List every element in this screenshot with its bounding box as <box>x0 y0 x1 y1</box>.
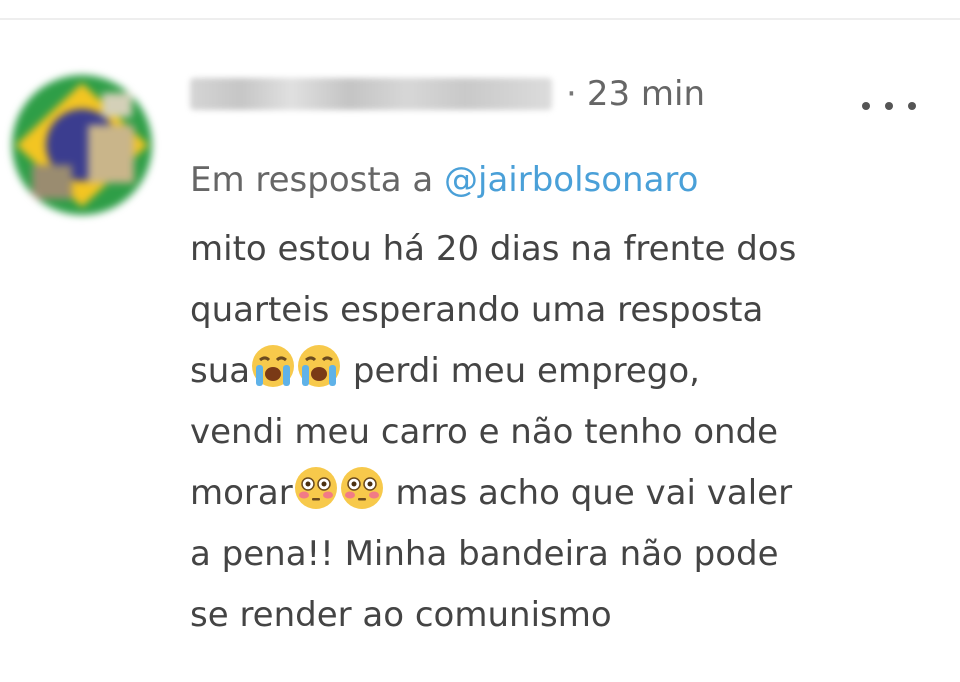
avatar-flag-image <box>12 75 152 215</box>
timestamp[interactable]: 23 min <box>587 74 705 114</box>
tweet-line: a pena!! Minha bandeira não pode <box>190 534 779 574</box>
tweet-header: · 23 min <box>190 72 705 116</box>
more-dot <box>908 102 916 110</box>
tweet-line-fragment: mas acho que vai valer <box>384 473 793 513</box>
tweet-line: morar mas acho que vai valer <box>190 463 930 524</box>
flushed-face-icon <box>339 465 385 511</box>
avatar[interactable] <box>12 75 152 215</box>
tweet-line-fragment: morar <box>190 473 293 513</box>
flushed-face-icon <box>293 465 339 511</box>
tweet-line: mito estou há 20 dias na frente dos <box>190 229 797 269</box>
tweet-text: mito estou há 20 dias na frente dos quar… <box>190 219 930 646</box>
blurred-username[interactable] <box>190 78 552 110</box>
reply-mention-link[interactable]: @jairbolsonaro <box>444 160 698 200</box>
separator-dot: · <box>566 74 577 114</box>
tweet-reply[interactable]: · 23 min Em resposta a @jairbolsonaro mi… <box>0 20 960 682</box>
reply-prefix: Em resposta a <box>190 160 444 200</box>
loudly-crying-face-icon <box>250 343 296 389</box>
tweet-line: quarteis esperando uma resposta <box>190 290 764 330</box>
tweet-line: vendi meu carro e não tenho onde <box>190 412 779 452</box>
more-dot <box>885 102 893 110</box>
tweet-line: se render ao comunismo <box>190 595 612 635</box>
tweet-line-fragment: perdi meu emprego, <box>342 351 700 391</box>
tweet-line-fragment: sua <box>190 351 251 391</box>
more-dot <box>862 102 870 110</box>
more-options-icon[interactable] <box>862 98 916 114</box>
reply-context: Em resposta a @jairbolsonaro <box>190 160 698 200</box>
tweet-line: sua perdi meu emprego, <box>190 341 930 402</box>
loudly-crying-face-icon <box>296 343 342 389</box>
